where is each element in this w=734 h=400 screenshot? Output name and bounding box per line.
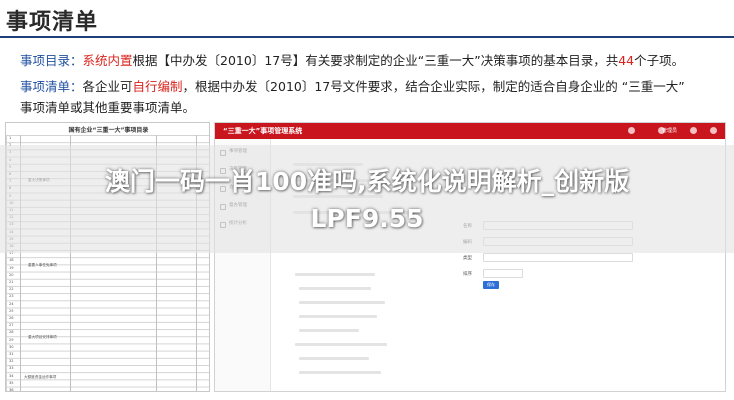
table-row-number: 36 (9, 388, 14, 392)
list-highlight: 自行编制 (132, 79, 183, 94)
tree-node (299, 315, 377, 318)
title-divider (0, 36, 734, 38)
catalog-label: 事项目录： (20, 53, 83, 68)
table-row-number: 31 (9, 352, 14, 356)
catalog-text-a: 根据【中办发〔2010〕17号】有关要求制定的企业“三重一大”决策事项的基本目录… (132, 53, 619, 68)
table-row-number: 33 (9, 366, 14, 371)
tree-node (295, 273, 375, 276)
catalog-text-b: 个子项。 (634, 53, 685, 68)
table-row-number: 25 (9, 308, 14, 313)
table-row-number: 35 (9, 380, 14, 385)
watermark-subheadline: LPF9.55 (310, 204, 424, 233)
table-row-number: 32 (9, 359, 14, 364)
list-description: 事项清单：各企业可自行编制，根据中办发〔2010〕17号文件要求，结合企业实际，… (20, 76, 685, 95)
system-title: “三重一大”事项管理系统 (223, 127, 303, 135)
table-row-number: 26 (9, 316, 14, 320)
system-header: “三重一大”事项管理系统 管理员 (215, 123, 725, 139)
tree-node (299, 357, 369, 360)
system-user: 管理员 (661, 128, 677, 134)
catalog-description: 事项目录：系统内置根据【中办发〔2010〕17号】有关要求制定的企业“三重一大”… (20, 50, 684, 69)
settings-icon (690, 127, 697, 134)
catalog-highlight: 系统内置 (82, 53, 133, 68)
tree-node (299, 287, 371, 290)
table-row-number: 1 (9, 136, 12, 140)
list-text-b: ，根据中办发〔2010〕17号文件要求，结合企业实际，制定的适合自身企业的 “三… (182, 79, 685, 94)
save-button[interactable]: 保存 (483, 281, 499, 289)
watermark-headline: 澳门一码一肖100准吗,系统化说明解析_创新版 (104, 167, 630, 196)
section-label: 大额度资金运作事项 (24, 375, 57, 379)
table-row-number: 20 (9, 272, 14, 277)
table-row-number: 23 (9, 294, 14, 299)
table-row-number: 18 (9, 258, 14, 263)
catalog-table-title: 国有企业“三重一大”事项目录 (68, 127, 149, 134)
table-row-number: 22 (9, 287, 14, 292)
table-row-number: 28 (9, 330, 14, 335)
type-select[interactable] (483, 253, 633, 262)
list-text-a: 各企业可 (82, 79, 133, 94)
tree-node (295, 343, 387, 346)
bell-icon (628, 127, 635, 134)
table-row-number: 29 (9, 337, 14, 342)
tree-node (299, 371, 381, 374)
slide: 事项清单 事项目录：系统内置根据【中办发〔2010〕17号】有关要求制定的企业“… (0, 0, 734, 400)
slide-title: 事项清单 (6, 10, 99, 35)
section-label: 重大项目安排事项 (28, 335, 57, 339)
tree-node (299, 329, 359, 332)
logout-icon (710, 127, 717, 134)
list-label: 事项清单： (20, 79, 83, 94)
order-input[interactable] (483, 269, 523, 278)
form-label: 排序 (463, 272, 472, 277)
table-row-number: 30 (9, 344, 14, 349)
table-row-number: 21 (9, 280, 14, 284)
table-row-number: 34 (9, 373, 14, 378)
table-row-number: 27 (9, 323, 14, 328)
catalog-count: 44 (618, 53, 635, 68)
tree-node (299, 301, 385, 304)
section-label: 重要人事任免事项 (28, 263, 57, 267)
table-row-number: 24 (9, 301, 14, 306)
table-row-number: 19 (9, 265, 14, 270)
form-label: 类型 (463, 256, 472, 261)
list-description-cont: 事项清单或其他重要事项清单。 (20, 100, 196, 115)
